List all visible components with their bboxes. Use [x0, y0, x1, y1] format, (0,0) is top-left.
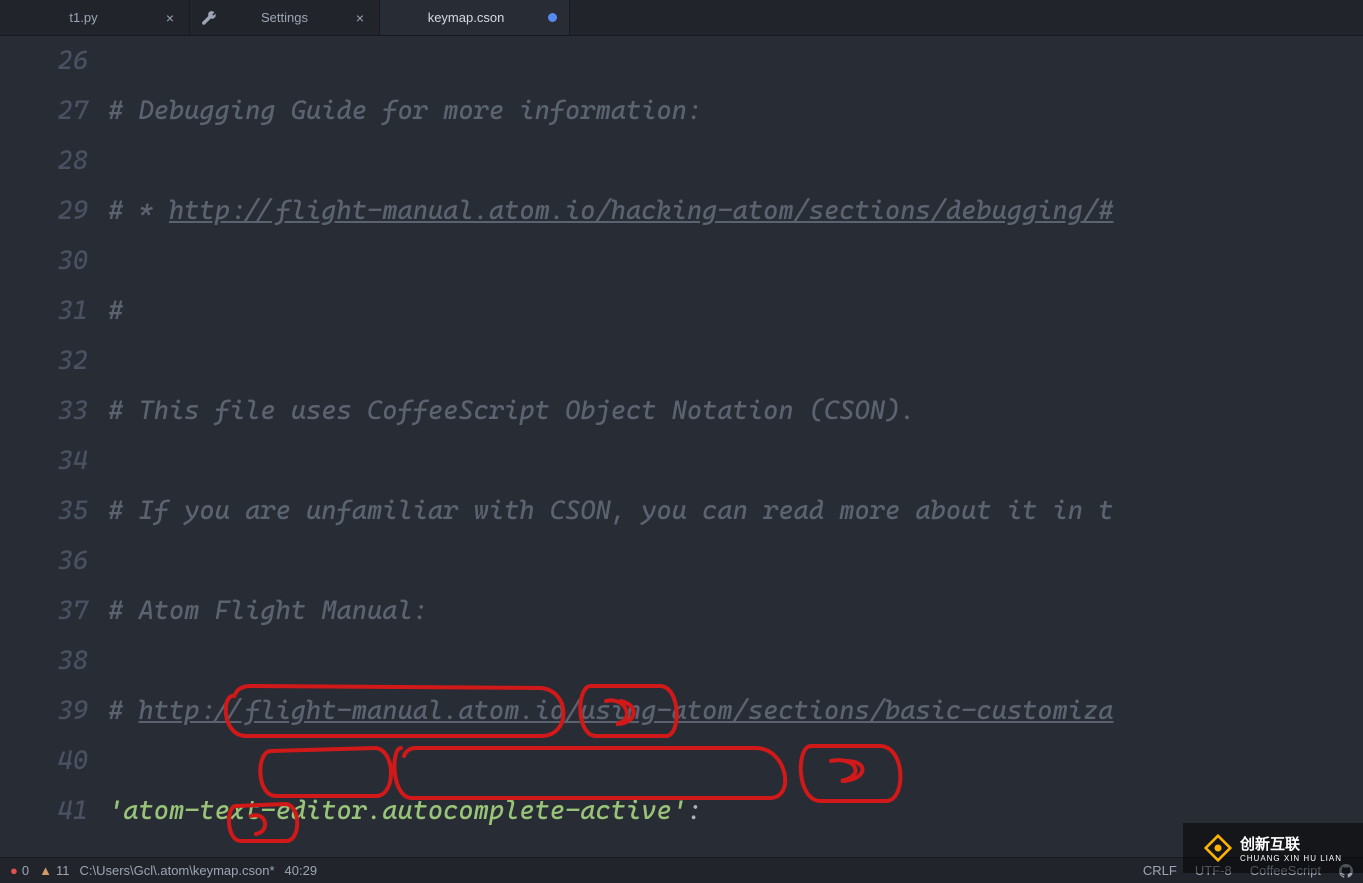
tab-keymap[interactable]: keymap.cson — [380, 0, 570, 35]
cursor-position[interactable]: 40:29 — [285, 863, 318, 878]
close-icon[interactable]: × — [353, 11, 367, 25]
code-text: # — [108, 696, 138, 726]
line-number: 32 — [0, 336, 88, 386]
code-text: # Debugging Guide for more information: — [108, 96, 702, 126]
line-number: 34 — [0, 436, 88, 486]
tab-settings[interactable]: Settings × — [190, 0, 380, 35]
watermark-logo-icon — [1204, 834, 1232, 862]
tab-t1py[interactable]: t1.py × — [0, 0, 190, 35]
line-number: 30 — [0, 236, 88, 286]
code-text: # * — [108, 196, 169, 226]
line-number: 29 — [0, 186, 88, 236]
line-ending-selector[interactable]: CRLF — [1143, 863, 1177, 878]
code-text: : — [687, 796, 702, 826]
watermark-overlay: 创新互联 CHUANG XIN HU LIAN — [1183, 823, 1363, 873]
code-link[interactable]: http://flight-manual.atom.io/using-atom/… — [138, 696, 1113, 726]
modified-dot-icon[interactable] — [548, 13, 557, 22]
line-number: 35 — [0, 486, 88, 536]
line-number: 36 — [0, 536, 88, 586]
code-text: # If you are unfamiliar with CSON, you c… — [108, 496, 1113, 526]
status-bar: 0 11 C:\Users\Gcl\.atom\keymap.cson* 40:… — [0, 857, 1363, 883]
line-number-gutter: 26 27 28 29 30 31 32 33 34 35 36 37 38 3… — [0, 36, 108, 857]
line-number: 26 — [0, 36, 88, 86]
line-number: 39 — [0, 686, 88, 736]
code-link[interactable]: http://flight-manual.atom.io/hacking-ato… — [169, 196, 1114, 226]
code-text: 'atom-text-editor.autocomplete-active' — [108, 796, 687, 826]
tab-title: keymap.cson — [392, 10, 540, 25]
code-area[interactable]: # Debugging Guide for more information: … — [108, 36, 1363, 857]
line-number: 33 — [0, 386, 88, 436]
line-number: 31 — [0, 286, 88, 336]
tab-title: Settings — [224, 10, 345, 25]
code-text: # — [108, 296, 123, 326]
diagnostics-warnings[interactable]: 11 — [39, 863, 69, 878]
line-number: 37 — [0, 586, 88, 636]
line-number: 38 — [0, 636, 88, 686]
tab-bar: t1.py × Settings × keymap.cson — [0, 0, 1363, 36]
tab-title: t1.py — [12, 10, 155, 25]
code-text: # Atom Flight Manual: — [108, 596, 428, 626]
text-editor[interactable]: 26 27 28 29 30 31 32 33 34 35 36 37 38 3… — [0, 36, 1363, 857]
diagnostics-errors[interactable]: 0 — [10, 863, 29, 878]
file-path[interactable]: C:\Users\Gcl\.atom\keymap.cson* — [79, 863, 274, 878]
watermark-sub: CHUANG XIN HU LIAN — [1240, 854, 1342, 863]
line-number: 28 — [0, 136, 88, 186]
line-number: 40 — [0, 736, 88, 786]
code-text: # This file uses CoffeeScript Object Not… — [108, 396, 915, 426]
line-number: 27 — [0, 86, 88, 136]
line-number: 41 — [0, 786, 88, 836]
close-icon[interactable]: × — [163, 11, 177, 25]
watermark-title: 创新互联 — [1240, 833, 1342, 854]
wrench-icon — [202, 11, 216, 25]
